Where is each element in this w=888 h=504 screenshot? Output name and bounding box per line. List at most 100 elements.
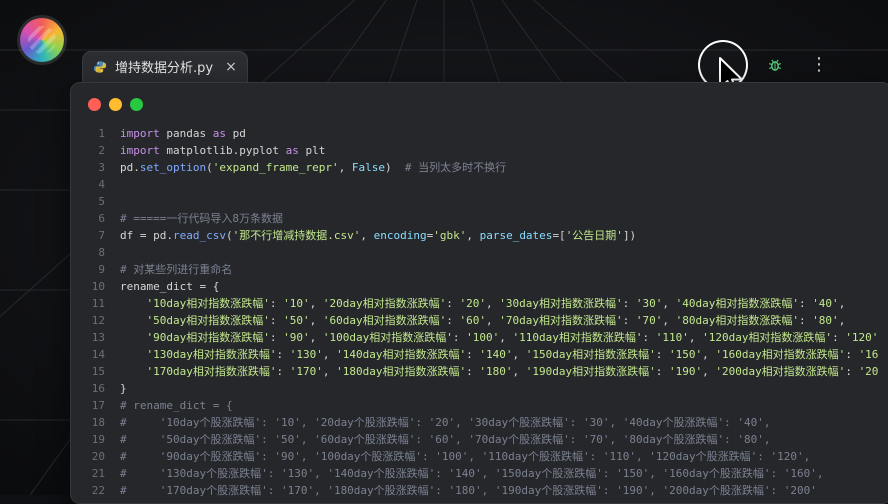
code-token: # 当列太多时不换行 (404, 161, 507, 174)
code-token: set_option (139, 161, 207, 174)
code-token: , (309, 314, 323, 327)
code-token: '20 (858, 365, 879, 378)
code-token: , (662, 314, 676, 327)
code-area[interactable]: 1 import pandas as pd 2 import matplotlib.p… (71, 125, 888, 499)
line-number: 22 (91, 484, 105, 497)
code-line[interactable]: 13 '90day相对指数涨跌幅': '90', '100day相对指数涨跌幅'… (71, 329, 888, 346)
code-token: , (338, 161, 352, 174)
code-line[interactable]: 5 (71, 193, 888, 210)
code-line[interactable]: 10 rename_dict = { (71, 278, 888, 295)
debug-button[interactable] (758, 48, 792, 82)
code-token: , (485, 314, 500, 327)
close-window-button[interactable] (88, 98, 101, 111)
line-text (120, 193, 888, 210)
code-line[interactable]: 4 (71, 176, 888, 193)
code-token: # '10day个股涨跌幅': '10', '20day个股涨跌幅': '20'… (120, 416, 771, 429)
code-token: , (309, 331, 323, 344)
line-number: 14 (91, 348, 105, 361)
code-line[interactable]: 14 '130day相对指数涨跌幅': '130', '140day相对指数涨跌… (71, 346, 888, 363)
code-token: : (276, 348, 290, 361)
line-number: 19 (91, 433, 105, 446)
tab-bar: 增持数据分析.py × (82, 50, 248, 82)
line-number: 13 (91, 331, 105, 344)
close-icon[interactable]: × (225, 59, 237, 75)
tab-title: 增持数据分析.py (115, 61, 214, 76)
code-line[interactable]: 18 # '10day个股涨跌幅': '10', '20day个股涨跌幅': '2… (71, 414, 888, 431)
line-text: # =====一行代码导入8万条数据 (120, 210, 888, 227)
code-token: , (838, 297, 846, 310)
code-token: 'expand_frame_repr' (212, 161, 339, 174)
line-text: # '50day个股涨跌幅': '50', '60day个股涨跌幅': '60'… (120, 431, 888, 448)
code-token: '140day相对指数涨跌幅' (336, 348, 467, 361)
code-token: '200day相对指数涨跌幅' (715, 365, 846, 378)
line-text: '170day相对指数涨跌幅': '170', '180day相对指数涨跌幅':… (120, 363, 888, 380)
code-line[interactable]: 16} (71, 380, 888, 397)
code-token: } (120, 382, 127, 395)
python-icon (93, 60, 107, 73)
code-line[interactable]: 11 '10day相对指数涨跌幅': '10', '20day相对指数涨跌幅':… (71, 295, 888, 312)
code-token: pandas (159, 127, 213, 140)
code-token: '50day相对指数涨跌幅' (146, 314, 270, 327)
code-token: , (360, 229, 374, 242)
code-token: : (798, 314, 813, 327)
code-token: : (832, 331, 846, 344)
line-text: # '130day个股涨跌幅': '130', '140day个股涨跌幅': '… (120, 465, 888, 482)
code-line[interactable]: 2 import matplotlib.pyplot as plt (71, 142, 888, 159)
code-token: : (655, 348, 669, 361)
code-token: : (466, 348, 480, 361)
code-token: , (702, 365, 716, 378)
code-line[interactable]: 9 # 对某些列进行重命名 (71, 261, 888, 278)
code-token: '公告日期' (565, 229, 623, 242)
code-token: import (120, 127, 160, 140)
code-line[interactable]: 21 # '130day个股涨跌幅': '130', '140day个股涨跌幅':… (71, 465, 888, 482)
code-line[interactable]: 20 # '90day个股涨跌幅': '90', '100day个股涨跌幅': '… (71, 448, 888, 465)
code-token: , (662, 297, 676, 310)
more-vertical-icon: ⋮ (810, 54, 828, 75)
line-number: 21 (91, 467, 105, 480)
code-line[interactable]: 7 df = pd.read_csv('那不行增减持数据.csv', encodi… (71, 227, 888, 244)
line-text: rename_dict = { (120, 278, 888, 295)
code-line[interactable]: 17 # rename_dict = { (71, 397, 888, 414)
code-token: : (269, 331, 284, 344)
code-token: parse_dates (479, 229, 553, 242)
code-token: # '90day个股涨跌幅': '90', '100day个股涨跌幅': '10… (120, 450, 811, 463)
code-token: '30day相对指数涨跌幅' (499, 297, 623, 310)
code-token: import (120, 144, 160, 157)
code-line[interactable]: 8 (71, 244, 888, 261)
code-token: '60day相对指数涨跌幅' (322, 314, 447, 327)
code-token: , (322, 348, 337, 361)
code-line[interactable]: 22 # '170day个股涨跌幅': '170', '180day个股涨跌幅':… (71, 482, 888, 499)
code-token: '140' (479, 348, 513, 361)
line-text: import pandas as pd (120, 125, 888, 142)
line-text: # rename_dict = { (120, 397, 888, 414)
line-number: 3 (98, 161, 105, 174)
code-line[interactable]: 12 '50day相对指数涨跌幅': '50', '60day相对指数涨跌幅':… (71, 312, 888, 329)
code-token: # =====一行代码导入8万条数据 (120, 212, 283, 225)
code-token: '90day相对指数涨跌幅' (146, 331, 270, 344)
code-token: '20' (459, 297, 486, 310)
code-token: : (642, 331, 656, 344)
code-line[interactable]: 3 pd.set_option('expand_frame_repr', Fals… (71, 159, 888, 176)
code-line[interactable]: 1 import pandas as pd (71, 125, 888, 142)
code-token: '180day相对指数涨跌幅' (336, 365, 467, 378)
code-token: '16 (858, 348, 879, 361)
line-text: '90day相对指数涨跌幅': '90', '100day相对指数涨跌幅': '… (120, 329, 888, 346)
code-token: df = pd. (120, 229, 173, 242)
line-number: 10 (91, 280, 105, 293)
maximize-window-button[interactable] (130, 98, 143, 111)
more-button[interactable]: ⋮ (802, 48, 836, 82)
line-number: 6 (98, 212, 105, 225)
code-line[interactable]: 15 '170day相对指数涨跌幅': '170', '180day相对指数涨跌… (71, 363, 888, 380)
file-tab[interactable]: 增持数据分析.py × (82, 50, 248, 82)
code-line[interactable]: 6 # =====一行代码导入8万条数据 (71, 210, 888, 227)
code-line[interactable]: 19 # '50day个股涨跌幅': '50', '60day个股涨跌幅': '6… (71, 431, 888, 448)
minimize-window-button[interactable] (109, 98, 122, 111)
code-token: '20day相对指数涨跌幅' (322, 297, 447, 310)
line-text: # '170day个股涨跌幅': '170', '180day个股涨跌幅': '… (120, 482, 888, 499)
code-token: '120day相对指数涨跌幅' (702, 331, 833, 344)
line-number: 20 (91, 450, 105, 463)
code-token: '那不行增减持数据.csv' (232, 229, 361, 242)
code-token: '100day相对指数涨跌幅' (322, 331, 453, 344)
